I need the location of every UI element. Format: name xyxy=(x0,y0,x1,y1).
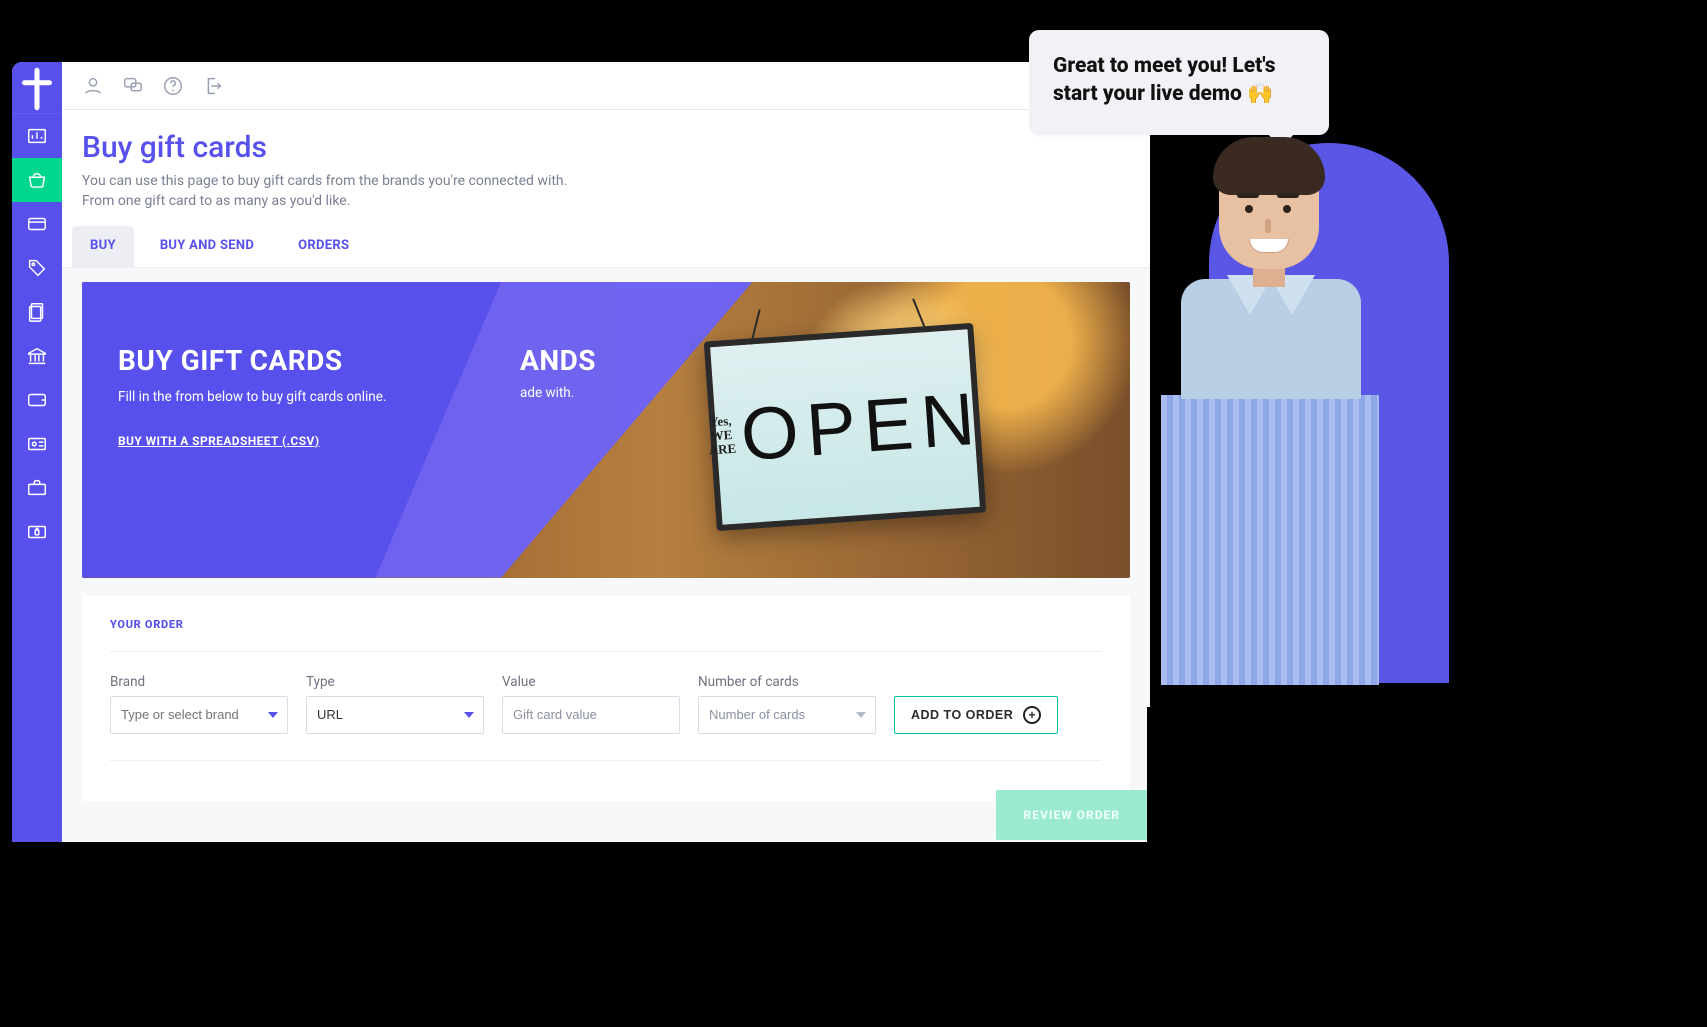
page-subtitle: You can use this page to buy gift cards … xyxy=(82,171,602,212)
tab-buy[interactable]: BUY xyxy=(72,226,134,267)
dashboard-icon[interactable] xyxy=(12,114,62,158)
hero-body: Fill in the from below to buy gift cards… xyxy=(118,387,386,408)
hero-copy: BUY GIFT CARDS Fill in the from below to… xyxy=(118,344,386,449)
hero-title: BUY GIFT CARDS xyxy=(118,344,386,377)
tab-orders[interactable]: ORDERS xyxy=(280,226,367,267)
presenter-avatar xyxy=(1157,143,1383,443)
tab-buy-and-send[interactable]: BUY AND SEND xyxy=(142,226,272,267)
number-input[interactable] xyxy=(698,696,876,734)
papers-icon[interactable] xyxy=(12,290,62,334)
wallet-icon[interactable] xyxy=(12,378,62,422)
open-sign-small: Yes, WE ARE xyxy=(706,413,736,458)
id-icon[interactable] xyxy=(12,422,62,466)
speech-text: Great to meet you! Let's start your live… xyxy=(1053,54,1275,106)
lock-card-icon[interactable] xyxy=(12,510,62,554)
open-sign: Yes, WE ARE OPEN xyxy=(704,322,987,530)
separator xyxy=(110,760,1102,761)
main-column: Buy gift cards You can use this page to … xyxy=(62,62,1150,842)
open-sign-big: OPEN xyxy=(738,375,985,477)
chat-icon[interactable] xyxy=(122,75,144,97)
app-logo xyxy=(12,64,62,114)
hero-banner: BUY GIFT CARDS Fill in the from below to… xyxy=(82,282,1130,578)
label-brand: Brand xyxy=(110,674,288,690)
order-section-title: YOUR ORDER xyxy=(110,618,1102,631)
decorative-black-block xyxy=(1147,707,1707,1027)
help-icon[interactable] xyxy=(162,75,184,97)
field-brand: Brand xyxy=(110,674,288,734)
value-input[interactable] xyxy=(502,696,680,734)
order-card: YOUR ORDER Brand Type xyxy=(82,596,1130,801)
order-form-row: Brand Type Value xyxy=(110,674,1102,734)
field-type: Type xyxy=(306,674,484,734)
title-area: Buy gift cards You can use this page to … xyxy=(62,110,1150,226)
card-icon[interactable] xyxy=(12,202,62,246)
label-type: Type xyxy=(306,674,484,690)
sidebar xyxy=(12,62,62,842)
basket-icon[interactable] xyxy=(12,158,62,202)
hero-peek-sub: ade with. xyxy=(520,385,596,401)
bank-icon[interactable] xyxy=(12,334,62,378)
app-window: Buy gift cards You can use this page to … xyxy=(12,62,1150,842)
field-value: Value xyxy=(502,674,680,734)
hero-peek-title: ANDS xyxy=(520,344,596,377)
separator xyxy=(110,651,1102,652)
field-number: Number of cards xyxy=(698,674,876,734)
user-icon[interactable] xyxy=(82,75,104,97)
tabs: BUY BUY AND SEND ORDERS xyxy=(62,226,1150,268)
header-bar xyxy=(62,62,1150,110)
tag-icon[interactable] xyxy=(12,246,62,290)
label-number: Number of cards xyxy=(698,674,876,690)
logout-icon[interactable] xyxy=(202,75,224,97)
speech-bubble: Great to meet you! Let's start your live… xyxy=(1029,30,1329,135)
content: BUY GIFT CARDS Fill in the from below to… xyxy=(62,268,1150,831)
hero-csv-link[interactable]: BUY WITH A SPREADSHEET (.CSV) xyxy=(118,434,319,448)
label-value: Value xyxy=(502,674,680,690)
review-order-button[interactable]: REVIEW ORDER xyxy=(996,790,1148,840)
type-select[interactable] xyxy=(306,696,484,734)
briefcase-icon[interactable] xyxy=(12,466,62,510)
demo-block: Great to meet you! Let's start your live… xyxy=(989,15,1449,715)
page-title: Buy gift cards xyxy=(82,130,1130,165)
brand-select[interactable] xyxy=(110,696,288,734)
hero-peek: ANDS ade with. xyxy=(520,344,596,401)
